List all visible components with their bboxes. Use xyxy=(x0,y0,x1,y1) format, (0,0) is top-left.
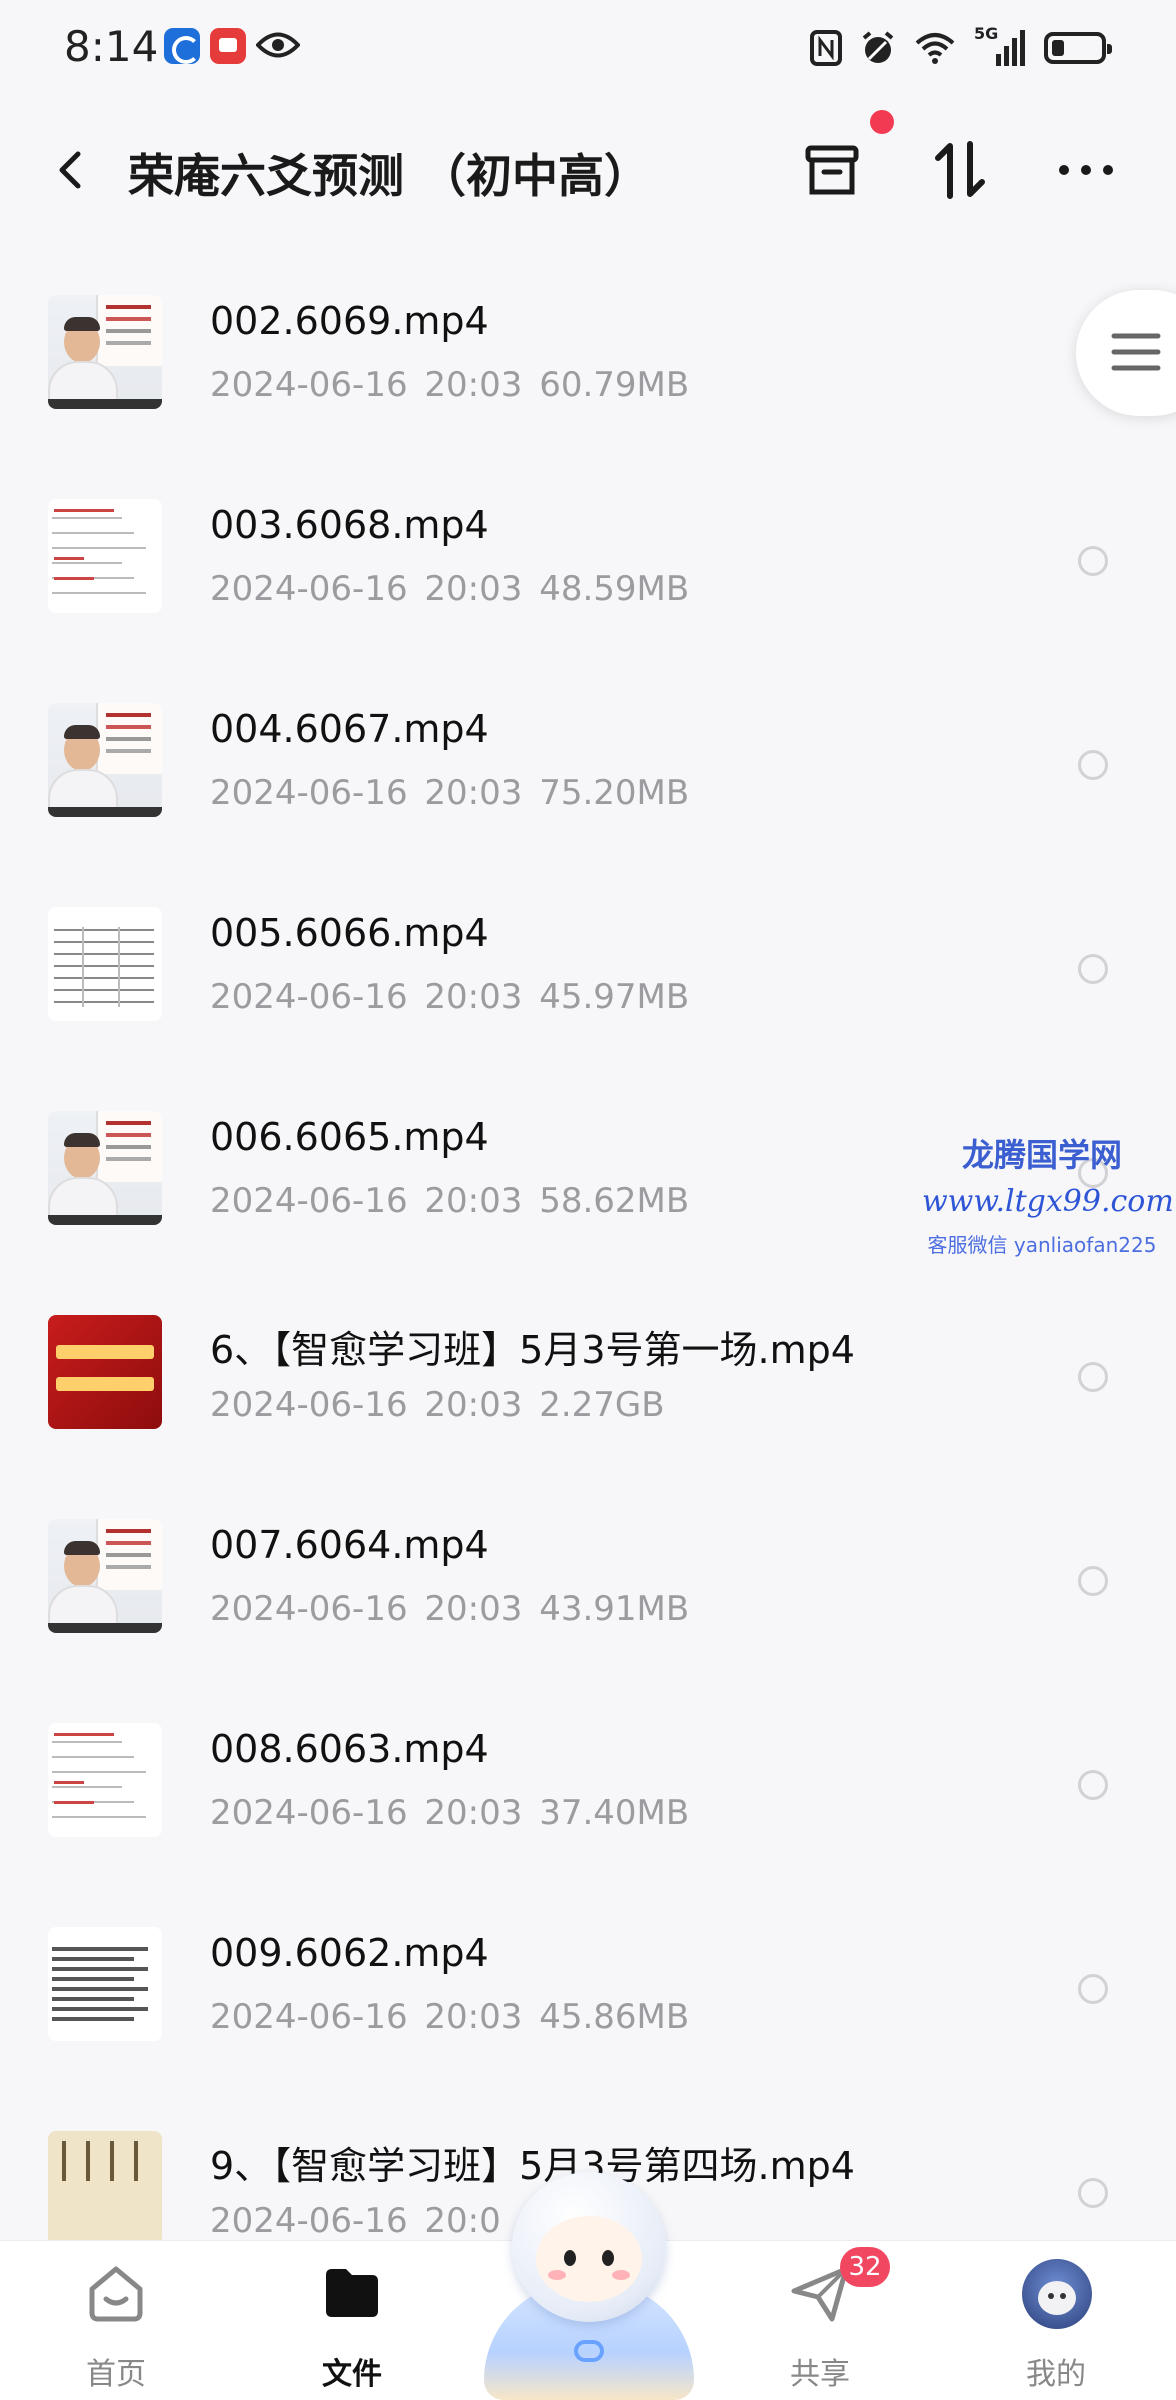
file-meta: 2024-06-16 20:0 xyxy=(210,2201,501,2241)
file-thumbnail xyxy=(48,703,162,817)
home-icon xyxy=(89,2266,143,2322)
file-row[interactable]: 004.6067.mp4 2024-06-16 20:03 75.20MB xyxy=(0,663,1176,867)
file-row[interactable]: 003.6068.mp4 2024-06-16 20:03 48.59MB xyxy=(0,459,1176,663)
file-meta: 2024-06-16 20:03 45.86MB xyxy=(210,1997,690,2037)
select-radio[interactable] xyxy=(1078,546,1108,576)
status-icons: 5G xyxy=(810,24,1112,72)
folder-icon xyxy=(326,2269,378,2317)
tab-share-label: 共享 xyxy=(790,2357,850,2392)
tab-home[interactable]: 首页 xyxy=(16,2241,216,2400)
file-thumbnail xyxy=(48,1315,162,1429)
file-thumbnail xyxy=(48,2131,162,2245)
watermark: 龙腾国学网 www.ltgx99.com 客服微信 yanliaofan225 xyxy=(922,1130,1174,1258)
file-row[interactable]: 6、【智愈学习班】5月3号第一场.mp4 2024-06-16 20:03 2.2… xyxy=(0,1275,1176,1479)
watermark-url: www.ltgx99.com xyxy=(922,1184,1174,1219)
file-row[interactable]: 005.6066.mp4 2024-06-16 20:03 45.97MB xyxy=(0,867,1176,1071)
watermark-contact: 客服微信 yanliaofan225 xyxy=(927,1233,1157,1257)
file-meta: 2024-06-16 20:03 45.97MB xyxy=(210,977,690,1017)
box-icon[interactable] xyxy=(800,138,864,202)
file-thumbnail xyxy=(48,1927,162,2041)
app-red-icon xyxy=(210,28,246,64)
select-radio[interactable] xyxy=(1078,1770,1108,1800)
file-thumbnail xyxy=(48,1723,162,1837)
watermark-site-name: 龙腾国学网 xyxy=(961,1136,1122,1174)
file-row[interactable]: 007.6064.mp4 2024-06-16 20:03 43.91MB xyxy=(0,1479,1176,1683)
nfc-icon xyxy=(810,30,842,66)
file-meta: 2024-06-16 20:03 48.59MB xyxy=(210,569,690,609)
select-radio[interactable] xyxy=(1078,750,1108,780)
file-name: 003.6068.mp4 xyxy=(210,503,489,547)
status-time: 8:14 xyxy=(64,22,159,71)
file-meta: 2024-06-16 20:03 37.40MB xyxy=(210,1793,690,1833)
file-thumbnail xyxy=(48,499,162,613)
select-radio[interactable] xyxy=(1078,2178,1108,2208)
file-meta: 2024-06-16 20:03 60.79MB xyxy=(210,365,690,405)
page-title: 荣庵六爻预测 （初中高） xyxy=(128,149,651,203)
sort-icon[interactable] xyxy=(928,138,992,202)
file-thumbnail xyxy=(48,1111,162,1225)
file-name: 006.6065.mp4 xyxy=(210,1115,489,1159)
file-name: 6、【智愈学习班】5月3号第一场.mp4 xyxy=(210,1328,855,1372)
mascot-icon[interactable] xyxy=(478,2172,700,2400)
wifi-icon xyxy=(915,33,955,64)
tab-files-label: 文件 xyxy=(322,2357,382,2392)
file-name: 002.6069.mp4 xyxy=(210,299,489,343)
file-row[interactable]: 009.6062.mp4 2024-06-16 20:03 45.86MB xyxy=(0,1887,1176,2091)
share-count-badge: 32 xyxy=(840,2247,890,2287)
signal-icon: 5G xyxy=(974,24,1026,68)
select-radio[interactable] xyxy=(1078,1974,1108,2004)
alarm-icon xyxy=(862,31,894,63)
file-row[interactable]: 008.6063.mp4 2024-06-16 20:03 37.40MB xyxy=(0,1683,1176,1887)
select-radio[interactable] xyxy=(1078,954,1108,984)
file-name: 007.6064.mp4 xyxy=(210,1523,489,1567)
file-thumbnail xyxy=(48,907,162,1021)
file-list: 002.6069.mp4 2024-06-16 20:03 60.79MB 003.… xyxy=(0,255,1176,2295)
file-list-screen: 8:14 5G 荣庵六爻预测 （初中高） 002.6069.mp4 2024-0… xyxy=(0,0,1176,2400)
menu-lines-icon xyxy=(1111,333,1161,371)
file-meta: 2024-06-16 20:03 75.20MB xyxy=(210,773,690,813)
file-name: 005.6066.mp4 xyxy=(210,911,489,955)
file-name: 008.6063.mp4 xyxy=(210,1727,489,1771)
file-meta: 2024-06-16 20:03 58.62MB xyxy=(210,1181,690,1221)
file-name: 009.6062.mp4 xyxy=(210,1931,489,1975)
battery-icon xyxy=(1044,32,1112,64)
select-radio[interactable] xyxy=(1078,1362,1108,1392)
more-icon[interactable] xyxy=(1054,138,1118,202)
select-radio[interactable] xyxy=(1078,1566,1108,1596)
notification-dot xyxy=(870,110,894,134)
status-bar: 8:14 5G xyxy=(0,0,1176,100)
file-name: 004.6067.mp4 xyxy=(210,707,489,751)
eye-icon xyxy=(256,32,300,58)
tab-home-label: 首页 xyxy=(86,2357,146,2392)
file-meta: 2024-06-16 20:03 2.27GB xyxy=(210,1385,665,1425)
avatar-icon xyxy=(1022,2259,1092,2329)
header: 荣庵六爻预测 （初中高） xyxy=(0,110,1176,220)
tab-share[interactable]: 32 共享 xyxy=(720,2241,920,2400)
file-thumbnail xyxy=(48,295,162,409)
tab-files[interactable]: 文件 xyxy=(252,2241,452,2400)
app-blue-icon xyxy=(164,28,200,64)
file-thumbnail xyxy=(48,1519,162,1633)
tab-me[interactable]: 我的 xyxy=(956,2241,1156,2400)
chevron-left-icon[interactable] xyxy=(44,142,100,198)
file-row[interactable]: 002.6069.mp4 2024-06-16 20:03 60.79MB xyxy=(0,255,1176,459)
file-meta: 2024-06-16 20:03 43.91MB xyxy=(210,1589,690,1629)
tab-me-label: 我的 xyxy=(1026,2357,1086,2392)
